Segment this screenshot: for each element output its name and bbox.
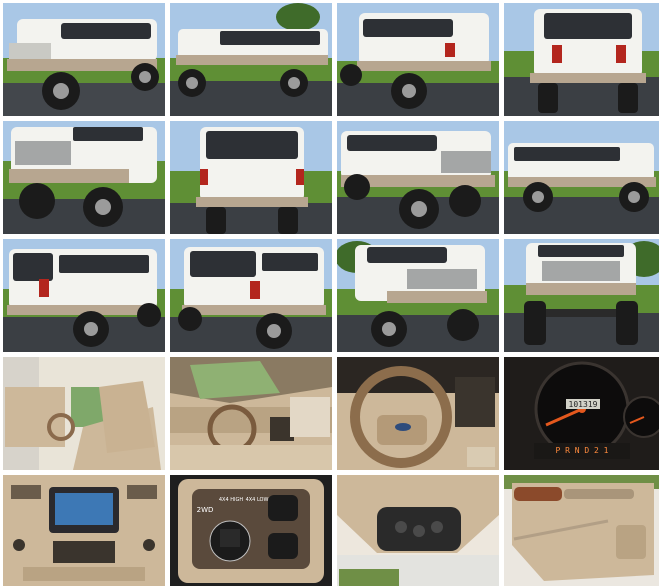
photo-exterior-rear-left-2[interactable]: [3, 239, 165, 352]
photo-exterior-front[interactable]: [504, 239, 659, 352]
photo-exterior-front-left-close[interactable]: [3, 121, 165, 234]
photo-interior-door-panel[interactable]: [504, 475, 659, 586]
interior-dash-wide-image: [170, 357, 332, 470]
truck-rear-left-2-image: [3, 239, 165, 352]
photo-exterior-side-left[interactable]: [170, 3, 332, 116]
interior-steering-wheel-image: [337, 357, 499, 470]
photo-exterior-rear[interactable]: [504, 3, 659, 116]
head-unit-image: [3, 475, 165, 586]
photo-interior-steering-wheel[interactable]: [337, 357, 499, 470]
overhead-console-image: [337, 475, 499, 586]
photo-interior-dash-wide[interactable]: [170, 357, 332, 470]
truck-rear-right-image: [170, 239, 332, 352]
truck-front-left-image: [3, 3, 165, 116]
photo-exterior-side-right[interactable]: [504, 121, 659, 234]
photo-interior-instrument-cluster[interactable]: 101319 P R N D 2 1: [504, 357, 659, 470]
truck-rear-image: [504, 3, 659, 116]
switch-label-4x4-high: 4X4 HIGH: [218, 497, 244, 503]
photo-exterior-rear-right[interactable]: [170, 239, 332, 352]
truck-rear-straight-image: [170, 121, 332, 234]
truck-side-right-image: [504, 121, 659, 234]
photo-interior-head-unit[interactable]: [3, 475, 165, 586]
photo-interior-4x4-switch[interactable]: 2WD 4X4 HIGH 4X4 LOW: [170, 475, 332, 586]
photo-exterior-rear-straight[interactable]: [170, 121, 332, 234]
truck-front-three-quarter-image: [337, 239, 499, 352]
photo-exterior-front-three-quarter[interactable]: [337, 239, 499, 352]
photo-exterior-front-right[interactable]: [337, 121, 499, 234]
photo-interior-driver-door[interactable]: [3, 357, 165, 470]
truck-front-right-image: [337, 121, 499, 234]
odometer-readout: 101319: [568, 400, 598, 409]
switch-label-4x4-low: 4X4 LOW: [245, 497, 269, 503]
photo-exterior-rear-left[interactable]: [337, 3, 499, 116]
photo-interior-overhead-console[interactable]: [337, 475, 499, 586]
switch-label-2wd: 2WD: [196, 506, 214, 514]
truck-rear-left-image: [337, 3, 499, 116]
photo-exterior-front-left[interactable]: [3, 3, 165, 116]
truck-side-left-image: [170, 3, 332, 116]
truck-front-image: [504, 239, 659, 352]
interior-driver-door-image: [3, 357, 165, 470]
door-panel-image: [504, 475, 659, 586]
gear-indicator: P R N D 2 1: [555, 446, 609, 455]
photo-grid: 101319 P R N D 2 1 2WD 4X4 HIGH 4X4 LOW: [0, 0, 660, 586]
truck-front-close-image: [3, 121, 165, 234]
4x4-switch-image: [170, 475, 332, 586]
